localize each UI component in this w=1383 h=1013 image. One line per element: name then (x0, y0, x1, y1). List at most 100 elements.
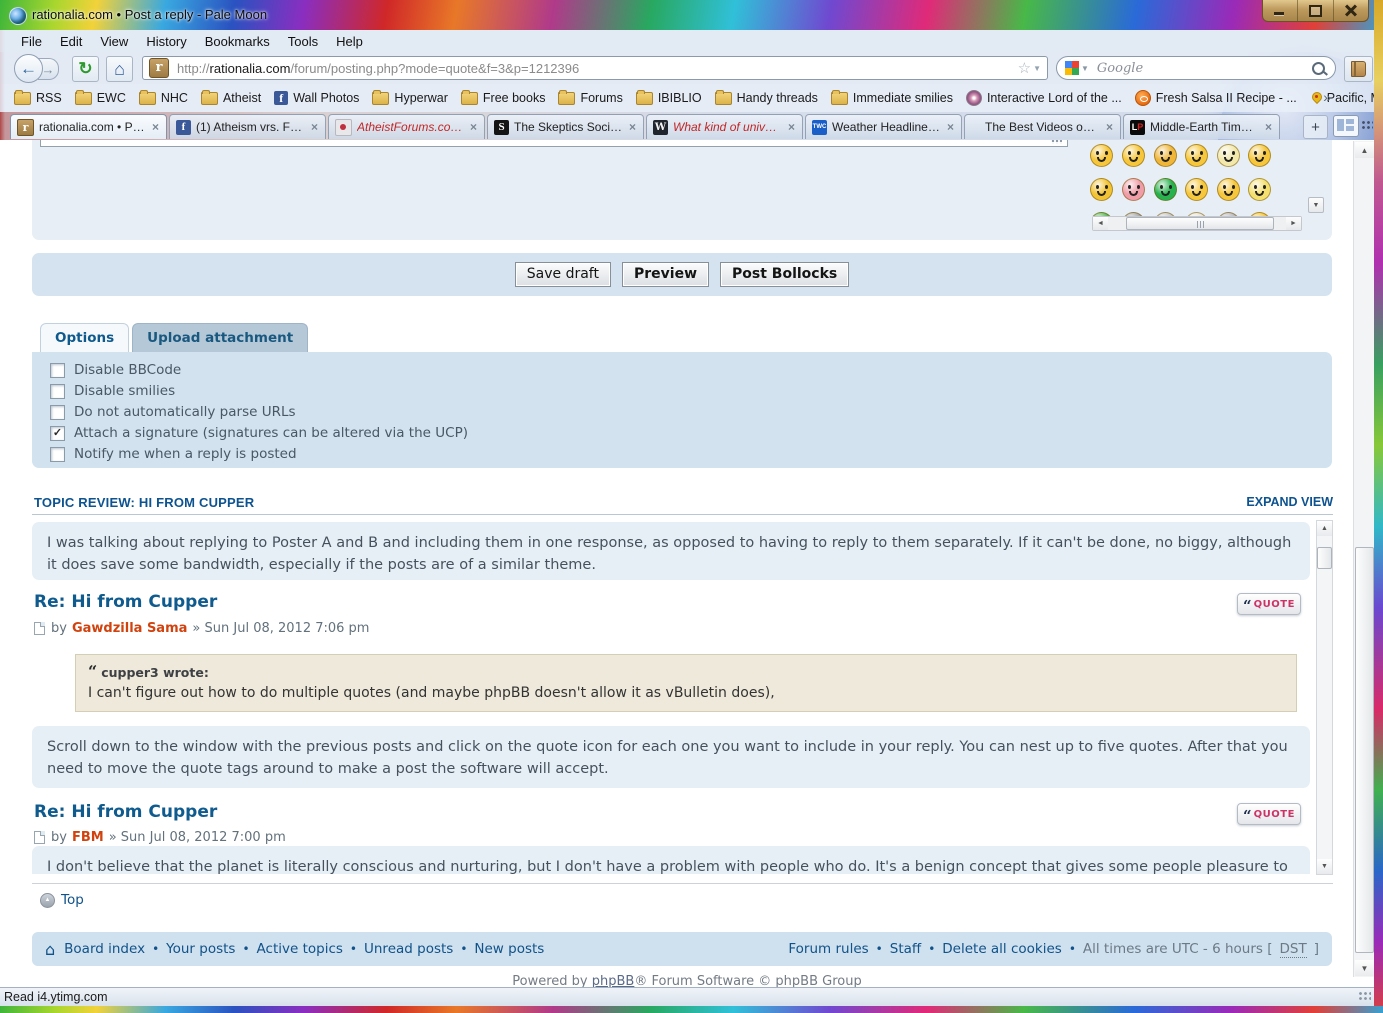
smiley-eek[interactable] (1122, 144, 1145, 167)
url-bar[interactable]: r http://rationalia.com/forum/posting.ph… (142, 56, 1048, 80)
search-input[interactable] (1095, 60, 1312, 77)
tab-skeptics-society[interactable]: S The Skeptics Society... × (487, 114, 644, 139)
smilies-scroll-down-button[interactable]: ▼ (1308, 197, 1324, 213)
scroll-up-icon[interactable]: ▲ (1355, 142, 1374, 158)
save-draft-button[interactable]: Save draft (515, 262, 611, 287)
tab-weather-headlines[interactable]: TWC Weather Headlines -... × (805, 114, 962, 139)
tab-close-icon[interactable]: × (946, 120, 955, 134)
new-posts-link[interactable]: New posts (474, 941, 544, 957)
your-posts-link[interactable]: Your posts (166, 941, 235, 957)
topic-review-scroll-area[interactable]: I was talking about replying to Poster A… (32, 520, 1310, 874)
delete-cookies-link[interactable]: Delete all cookies (942, 941, 1062, 957)
scrollbar-thumb[interactable] (1317, 547, 1332, 569)
search-magnifier-icon[interactable] (1312, 62, 1325, 75)
tab-groups-button[interactable] (1333, 115, 1359, 137)
scroll-up-icon[interactable]: ▲ (1317, 521, 1332, 536)
bookmark-pacific-mo[interactable]: Pacific, MO to Johnso... (1310, 91, 1383, 105)
maximize-button[interactable] (1298, 0, 1333, 21)
tab-close-icon[interactable]: × (628, 120, 637, 134)
active-topics-link[interactable]: Active topics (257, 941, 343, 957)
forum-rules-link[interactable]: Forum rules (788, 941, 868, 957)
scrollbar-thumb[interactable] (1126, 217, 1274, 230)
search-box[interactable]: ▼ (1056, 56, 1336, 80)
close-button[interactable] (1334, 0, 1368, 21)
menu-file[interactable]: File (12, 32, 51, 51)
checkbox-disable-bbcode[interactable] (50, 363, 65, 378)
bookmark-handy-threads[interactable]: Handy threads (715, 91, 818, 105)
post-title-link[interactable]: Re: Hi from Cupper (34, 592, 217, 612)
scroll-down-icon[interactable]: ▼ (1317, 859, 1332, 874)
browser-vertical-scrollbar[interactable]: ▲ ▼ (1353, 141, 1374, 977)
scroll-down-icon[interactable]: ▼ (1355, 960, 1374, 976)
tab-rationalia[interactable]: r rationalia.com • Pos... × (10, 114, 167, 139)
phpbb-link[interactable]: phpBB (592, 974, 635, 987)
scroll-left-icon[interactable]: ◄ (1093, 217, 1108, 230)
expand-view-link[interactable]: EXPAND VIEW (1246, 495, 1333, 509)
tab-close-icon[interactable]: × (1105, 120, 1114, 134)
tab-facebook-atheism[interactable]: f (1) Atheism vrs. Fun... × (169, 114, 326, 139)
new-tab-button[interactable]: + (1303, 115, 1328, 139)
checkbox-attach-signature[interactable]: ✓ (50, 426, 65, 441)
board-index-link[interactable]: Board index (64, 941, 145, 957)
preview-button[interactable]: Preview (622, 262, 709, 287)
textarea-resize-grip[interactable] (1051, 140, 1062, 144)
tab-close-icon[interactable]: × (469, 120, 478, 134)
tab-options[interactable]: Options (40, 323, 129, 352)
bookmarks-sidebar-button[interactable] (1344, 56, 1373, 82)
bookmark-free-books[interactable]: Free books (461, 91, 546, 105)
bookmark-fresh-salsa[interactable]: Fresh Salsa II Recipe - ... (1135, 90, 1297, 106)
back-button[interactable]: ← (14, 54, 43, 83)
post-author-link[interactable]: FBM (72, 830, 104, 845)
url-text[interactable]: http://rationalia.com/forum/posting.php?… (177, 61, 1012, 76)
checkbox-notify-reply[interactable] (50, 447, 65, 462)
post-title-link[interactable]: Re: Hi from Cupper (34, 802, 217, 822)
bookmark-forums[interactable]: Forums (558, 91, 622, 105)
bookmark-ibiblio[interactable]: IBIBLIO (636, 91, 702, 105)
smiley-shocked[interactable] (1090, 144, 1113, 167)
bookmark-wall-photos[interactable]: fWall Photos (274, 91, 359, 105)
tab-close-icon[interactable]: × (1264, 120, 1273, 134)
topic-review-scrollbar[interactable]: ▲ ▼ (1316, 520, 1333, 875)
bookmark-interactive-lotr[interactable]: Interactive Lord of the ... (966, 90, 1122, 106)
post-author-link[interactable]: Gawdzilla Sama (72, 621, 187, 636)
dst-link[interactable]: DST (1280, 941, 1307, 958)
search-engine-dropdown-icon[interactable]: ▼ (1081, 64, 1089, 73)
bookmark-ewc[interactable]: EWC (75, 91, 126, 105)
unread-posts-link[interactable]: Unread posts (364, 941, 453, 957)
bookmark-nhc[interactable]: NHC (139, 91, 188, 105)
message-textarea-bottom-edge[interactable] (40, 140, 1068, 147)
tab-close-icon[interactable]: × (310, 120, 319, 134)
smiley-neutral[interactable] (1217, 144, 1240, 167)
smiley-blushing[interactable] (1122, 178, 1145, 201)
bookmarks-overflow-chevron[interactable]: » (1323, 89, 1331, 105)
bookmark-rss[interactable]: RSS (14, 91, 62, 105)
smiley-yawning[interactable] (1090, 178, 1113, 201)
scroll-right-icon[interactable]: ► (1286, 217, 1301, 230)
bookmark-hyperwar[interactable]: Hyperwar (372, 91, 448, 105)
tab-atheistforums[interactable]: AtheistForums.com •... × (328, 114, 485, 139)
menu-bookmarks[interactable]: Bookmarks (196, 32, 279, 51)
menu-history[interactable]: History (137, 32, 195, 51)
smiley-cool[interactable] (1185, 144, 1208, 167)
smilies-horizontal-scrollbar[interactable]: ◄ ► (1092, 216, 1302, 231)
all-tabs-button[interactable] (1361, 120, 1373, 130)
smiley-laughing[interactable] (1248, 144, 1271, 167)
staff-link[interactable]: Staff (890, 941, 921, 957)
top-link[interactable]: ▲ Top (40, 892, 84, 908)
menu-help[interactable]: Help (327, 32, 372, 51)
home-button[interactable]: ⌂ (106, 56, 133, 82)
menu-edit[interactable]: Edit (51, 32, 91, 51)
tab-close-icon[interactable]: × (787, 120, 796, 134)
tab-what-kind-of-universe[interactable]: W What kind of univers... × (646, 114, 803, 139)
checkbox-no-parse-urls[interactable] (50, 405, 65, 420)
tab-close-icon[interactable]: × (151, 120, 160, 134)
tab-upload-attachment[interactable]: Upload attachment (132, 323, 308, 352)
tab-best-videos[interactable]: The Best Videos on E... × (964, 114, 1121, 139)
tab-middle-earth[interactable]: LP Middle-Earth Timeli... × (1123, 114, 1280, 139)
quote-button[interactable]: “ QUOTE (1237, 803, 1301, 825)
checkbox-disable-smilies[interactable] (50, 384, 65, 399)
menu-tools[interactable]: Tools (279, 32, 327, 51)
reload-button[interactable]: ↻ (72, 56, 99, 82)
window-resize-grip[interactable] (1358, 991, 1371, 1002)
quote-button[interactable]: “ QUOTE (1237, 593, 1301, 615)
